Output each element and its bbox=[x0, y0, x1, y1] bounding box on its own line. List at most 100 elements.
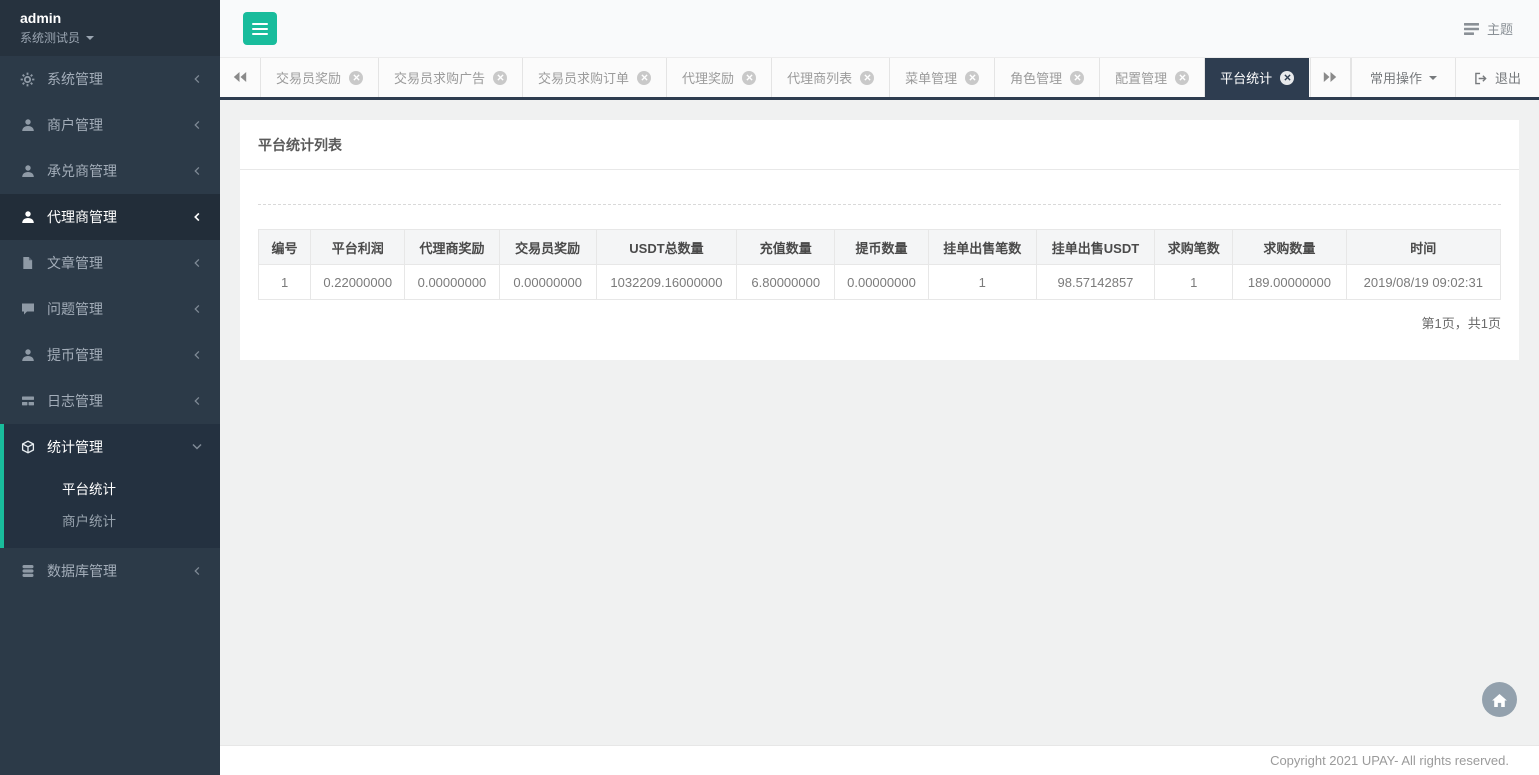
user-icon bbox=[20, 164, 35, 179]
statistics-submenu: 平台统计 商户统计 bbox=[4, 470, 220, 548]
sidebar-subitem-platform-statistics[interactable]: 平台统计 bbox=[4, 472, 220, 504]
tab-bar: 交易员奖励 交易员求购广告 交易员求购订单 代理奖励 代理商列表 菜单管理 角色… bbox=[220, 57, 1539, 100]
sidebar-item-label: 承兑商管理 bbox=[47, 161, 193, 181]
column-header: 求购笔数 bbox=[1155, 230, 1233, 265]
user-panel: admin 系统测试员 bbox=[0, 0, 220, 56]
pagination-info: 第1页，共1页 bbox=[258, 313, 1501, 332]
column-header: 挂单出售USDT bbox=[1036, 230, 1154, 265]
tab-close-icon[interactable] bbox=[742, 71, 756, 85]
tab-label: 代理商列表 bbox=[787, 68, 852, 87]
tab-close-icon[interactable] bbox=[1280, 71, 1294, 85]
table-cell: 189.00000000 bbox=[1233, 265, 1346, 300]
tab-menu-management[interactable]: 菜单管理 bbox=[890, 58, 995, 97]
sidebar: admin 系统测试员 系统管理 商户管理 承兑商管理 bbox=[0, 0, 220, 775]
back-to-home-button[interactable] bbox=[1482, 682, 1517, 717]
cube-icon bbox=[20, 440, 35, 455]
tab-trader-buy-orders[interactable]: 交易员求购订单 bbox=[523, 58, 667, 97]
sidebar-menu: 系统管理 商户管理 承兑商管理 代理商管理 bbox=[0, 56, 220, 594]
table-cell: 2019/08/19 09:02:31 bbox=[1346, 265, 1500, 300]
tab-close-icon[interactable] bbox=[1175, 71, 1189, 85]
tab-label: 菜单管理 bbox=[905, 68, 957, 87]
tabs-scroll-right-button[interactable] bbox=[1310, 58, 1351, 97]
table-cell: 0.00000000 bbox=[499, 265, 596, 300]
table-cell: 1032209.16000000 bbox=[596, 265, 736, 300]
sidebar-item-question-management[interactable]: 问题管理 bbox=[0, 286, 220, 332]
sidebar-item-merchant-management[interactable]: 商户管理 bbox=[0, 102, 220, 148]
panel-body: 编号 平台利润 代理商奖励 交易员奖励 USDT总数量 充值数量 提币数量 挂单… bbox=[240, 170, 1519, 360]
sidebar-toggle-button[interactable] bbox=[243, 12, 277, 45]
sidebar-item-withdrawal-management[interactable]: 提币管理 bbox=[0, 332, 220, 378]
tab-trader-reward[interactable]: 交易员奖励 bbox=[261, 58, 379, 97]
tab-close-icon[interactable] bbox=[860, 71, 874, 85]
file-icon bbox=[20, 256, 35, 271]
tab-close-icon[interactable] bbox=[349, 71, 363, 85]
user-icon bbox=[20, 348, 35, 363]
statistics-panel: 平台统计列表 编号 平台利润 代理商奖励 交易员奖 bbox=[240, 120, 1519, 360]
common-actions-dropdown[interactable]: 常用操作 bbox=[1351, 58, 1455, 97]
column-header: 求购数量 bbox=[1233, 230, 1346, 265]
tabs-scroll-left-button[interactable] bbox=[220, 58, 261, 97]
column-header: 交易员奖励 bbox=[499, 230, 596, 265]
table-cell: 0.00000000 bbox=[405, 265, 499, 300]
sidebar-item-statistics-management[interactable]: 统计管理 bbox=[4, 424, 220, 470]
theme-icon bbox=[1464, 21, 1479, 37]
chevron-down-icon bbox=[192, 443, 202, 451]
table-cell: 1 bbox=[928, 265, 1036, 300]
caret-down-icon bbox=[86, 36, 94, 40]
tab-close-icon[interactable] bbox=[1070, 71, 1084, 85]
user-icon bbox=[20, 210, 35, 225]
sidebar-item-label: 统计管理 bbox=[47, 437, 192, 457]
tab-close-icon[interactable] bbox=[493, 71, 507, 85]
sidebar-item-article-management[interactable]: 文章管理 bbox=[0, 240, 220, 286]
user-role-label: 系统测试员 bbox=[20, 29, 80, 46]
filter-area bbox=[258, 184, 1501, 204]
double-right-icon bbox=[1323, 69, 1337, 87]
tab-agent-reward[interactable]: 代理奖励 bbox=[667, 58, 772, 97]
table-cell: 98.57142857 bbox=[1036, 265, 1154, 300]
tab-trader-buy-ads[interactable]: 交易员求购广告 bbox=[379, 58, 523, 97]
chevron-left-icon bbox=[193, 304, 202, 314]
chevron-left-icon bbox=[193, 166, 202, 176]
copyright-text: Copyright 2021 UPAY- All rights reserved… bbox=[1270, 753, 1509, 768]
hamburger-icon bbox=[252, 23, 268, 25]
common-actions-label: 常用操作 bbox=[1370, 68, 1422, 87]
table-header-row: 编号 平台利润 代理商奖励 交易员奖励 USDT总数量 充值数量 提币数量 挂单… bbox=[259, 230, 1501, 265]
sidebar-item-label: 代理商管理 bbox=[47, 207, 193, 227]
user-role-dropdown[interactable]: 系统测试员 bbox=[20, 29, 200, 46]
sidebar-group-statistics: 统计管理 平台统计 商户统计 bbox=[0, 424, 220, 548]
sidebar-item-system-management[interactable]: 系统管理 bbox=[0, 56, 220, 102]
theme-switcher[interactable]: 主题 bbox=[1464, 19, 1513, 38]
sidebar-item-database-management[interactable]: 数据库管理 bbox=[0, 548, 220, 594]
sidebar-item-agent-management[interactable]: 代理商管理 bbox=[0, 194, 220, 240]
table-cell: 1 bbox=[259, 265, 311, 300]
theme-label: 主题 bbox=[1487, 19, 1513, 38]
table-row: 1 0.22000000 0.00000000 0.00000000 10322… bbox=[259, 265, 1501, 300]
tab-label: 角色管理 bbox=[1010, 68, 1062, 87]
column-header: 充值数量 bbox=[737, 230, 835, 265]
submenu-item-label: 平台统计 bbox=[62, 478, 116, 498]
sidebar-subitem-merchant-statistics[interactable]: 商户统计 bbox=[4, 504, 220, 536]
column-header: 挂单出售笔数 bbox=[928, 230, 1036, 265]
tab-platform-statistics[interactable]: 平台统计 bbox=[1205, 58, 1309, 97]
sidebar-item-label: 日志管理 bbox=[47, 391, 193, 411]
column-header: USDT总数量 bbox=[596, 230, 736, 265]
tab-agent-list[interactable]: 代理商列表 bbox=[772, 58, 890, 97]
sidebar-item-acceptor-management[interactable]: 承兑商管理 bbox=[0, 148, 220, 194]
table-cell: 1 bbox=[1155, 265, 1233, 300]
tab-label: 交易员求购订单 bbox=[538, 68, 629, 87]
platform-statistics-table: 编号 平台利润 代理商奖励 交易员奖励 USDT总数量 充值数量 提币数量 挂单… bbox=[258, 229, 1501, 300]
sidebar-item-label: 商户管理 bbox=[47, 115, 193, 135]
chevron-left-icon bbox=[193, 566, 202, 576]
submenu-item-label: 商户统计 bbox=[62, 510, 116, 530]
tab-config-management[interactable]: 配置管理 bbox=[1100, 58, 1205, 97]
chevron-left-icon bbox=[193, 350, 202, 360]
sidebar-item-log-management[interactable]: 日志管理 bbox=[0, 378, 220, 424]
chevron-left-icon bbox=[193, 212, 202, 222]
sidebar-item-label: 问题管理 bbox=[47, 299, 193, 319]
tab-close-icon[interactable] bbox=[965, 71, 979, 85]
chevron-left-icon bbox=[193, 74, 202, 84]
tab-close-icon[interactable] bbox=[637, 71, 651, 85]
logout-button[interactable]: 退出 bbox=[1455, 58, 1539, 97]
tab-role-management[interactable]: 角色管理 bbox=[995, 58, 1100, 97]
footer: Copyright 2021 UPAY- All rights reserved… bbox=[220, 745, 1539, 775]
